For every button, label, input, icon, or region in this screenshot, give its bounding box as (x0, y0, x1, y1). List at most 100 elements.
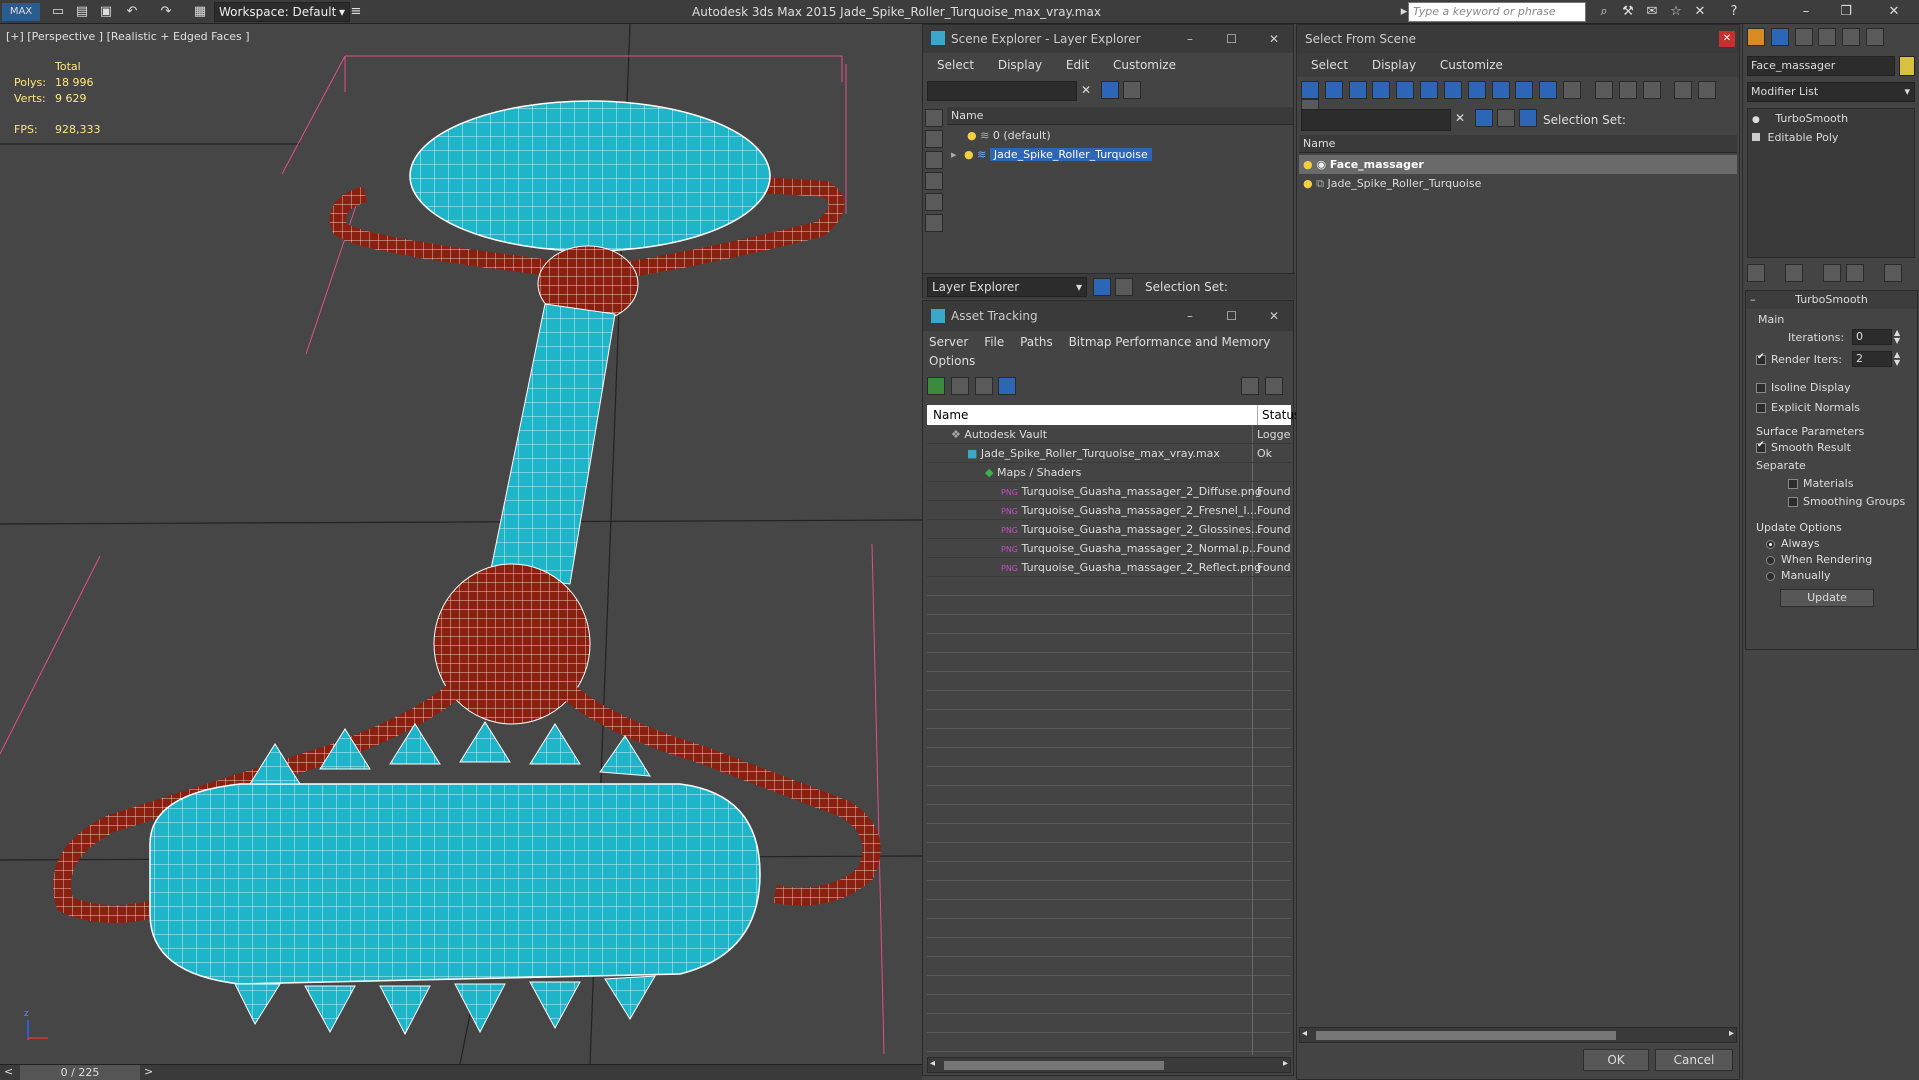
save-file-icon[interactable]: ▣ (96, 3, 116, 21)
menu-file[interactable]: File (984, 335, 1004, 349)
stack-item-turbosmooth[interactable]: ● TurboSmooth (1748, 109, 1914, 128)
smoothing-groups-checkbox[interactable] (1788, 497, 1798, 507)
hierarchy-tab-icon[interactable] (1794, 28, 1813, 46)
expand-arrow-icon[interactable]: ▸ (951, 148, 957, 161)
maximize-icon[interactable]: ☐ (1226, 301, 1237, 331)
explicit-normals-row[interactable]: Explicit Normals (1756, 401, 1860, 414)
menu-server[interactable]: Server (929, 335, 968, 349)
display-all-icon[interactable] (925, 214, 943, 232)
layer-row-default[interactable]: ● ≋ 0 (default) (947, 126, 1293, 145)
asset-row[interactable]: PNG Turquoise_Guasha_massager_2_Glossine… (927, 520, 1291, 539)
undo-icon[interactable]: ↶ (122, 3, 142, 21)
open-file-icon[interactable]: ▤ (72, 3, 92, 21)
menu-options[interactable]: Options (929, 354, 975, 368)
display-lights-icon[interactable] (925, 151, 943, 169)
show-end-result-icon[interactable] (1784, 264, 1803, 282)
asset-tracking-titlebar[interactable]: Asset Tracking – ☐ ✕ (923, 301, 1293, 331)
filter-icon[interactable] (1101, 81, 1119, 99)
menu-edit[interactable]: Edit (1066, 58, 1089, 72)
asset-row[interactable]: PNG Turquoise_Guasha_massager_2_Diffuse.… (927, 482, 1291, 501)
object-row-roller[interactable]: ● ⧉ Jade_Spike_Roller_Turquoise (1299, 174, 1737, 193)
help-icon[interactable]: ? (1724, 3, 1744, 21)
display-containers-icon[interactable] (1515, 81, 1534, 99)
object-name-field[interactable]: Face_massager (1747, 56, 1895, 76)
menu-toggle-icon[interactable]: ≡ (346, 3, 366, 21)
scroll-right-icon[interactable]: ▸ (1283, 1058, 1288, 1069)
display-spacewarps-icon[interactable] (1420, 81, 1439, 99)
cancel-button[interactable]: Cancel (1655, 1049, 1733, 1071)
select-none-icon[interactable] (1618, 81, 1637, 99)
remove-modifier-icon[interactable] (1846, 264, 1865, 282)
layer-row-roller[interactable]: ▸ ● ≋ Jade_Spike_Roller_Turquoise (947, 145, 1293, 164)
menu-bitmap-performance[interactable]: Bitmap Performance and Memory (1069, 335, 1271, 349)
utilities-tab-icon[interactable] (1866, 28, 1885, 46)
layer-options-icon[interactable] (1497, 109, 1515, 127)
minimize-window-icon[interactable]: – (1796, 3, 1816, 21)
menu-display[interactable]: Display (1372, 58, 1416, 72)
isoline-row[interactable]: Isoline Display (1756, 381, 1851, 394)
refresh-icon[interactable] (927, 377, 945, 395)
display-helpers-icon[interactable] (1396, 81, 1415, 99)
communication-icon[interactable]: ✉ (1642, 3, 1662, 21)
project-folder-icon[interactable]: ▦ (190, 3, 210, 21)
materials-row[interactable]: Materials (1788, 477, 1853, 490)
list-view-icon[interactable] (950, 377, 969, 395)
hierarchy-icon[interactable] (1698, 81, 1717, 99)
selection-set-icon[interactable] (1519, 109, 1537, 127)
asset-row[interactable]: ■ Jade_Spike_Roller_Turquoise_max_vray.m… (927, 444, 1291, 463)
app-logo-icon[interactable]: MAX (2, 3, 40, 21)
close-window-icon[interactable]: ✕ (1884, 3, 1904, 21)
collapse-icon[interactable]: – (1750, 291, 1756, 309)
display-shapes-icon[interactable] (1324, 81, 1343, 99)
col-name-header[interactable]: Name (933, 405, 968, 425)
asset-row[interactable]: ❖ Autodesk Vault Logged (927, 425, 1291, 444)
redo-icon[interactable]: ↷ (156, 3, 176, 21)
table-view-icon[interactable] (998, 377, 1017, 395)
explicit-normals-checkbox[interactable] (1756, 403, 1766, 413)
scene-explorer-name-header[interactable]: Name (947, 107, 1293, 125)
minimize-icon[interactable]: – (1187, 25, 1193, 53)
display-tab-icon[interactable] (1842, 28, 1861, 46)
hierarchy-icon[interactable] (1115, 278, 1133, 296)
create-tab-icon[interactable] (1747, 28, 1765, 46)
scroll-left-icon[interactable]: ◂ (1302, 1028, 1307, 1039)
rollout-header[interactable]: – TurboSmooth (1746, 291, 1917, 309)
search-input[interactable]: Type a keyword or phrase (1408, 2, 1586, 22)
layer-explorer-icon[interactable] (1093, 278, 1111, 296)
asset-row[interactable]: PNG Turquoise_Guasha_massager_2_Fresnel_… (927, 501, 1291, 520)
menu-display[interactable]: Display (998, 58, 1042, 72)
filter-icon[interactable] (1475, 109, 1493, 127)
lightbulb-icon[interactable]: ● (1303, 177, 1313, 190)
clear-search-icon[interactable]: ✕ (1455, 111, 1465, 125)
menu-customize[interactable]: Customize (1113, 58, 1176, 72)
select-horizontal-scrollbar[interactable]: ◂ ▸ (1299, 1027, 1737, 1043)
favorites-star-icon[interactable]: ☆ (1666, 3, 1686, 21)
menu-select[interactable]: Select (937, 58, 974, 72)
menu-customize[interactable]: Customize (1440, 58, 1503, 72)
display-groups-icon[interactable] (1443, 81, 1462, 99)
display-xrefs-icon[interactable] (1467, 81, 1486, 99)
close-icon[interactable]: ✕ (1269, 25, 1279, 53)
close-icon[interactable]: ✕ (1269, 301, 1279, 331)
render-iters-checkbox[interactable] (1756, 352, 1766, 365)
time-next-button[interactable]: > (144, 1065, 153, 1078)
explorer-type-dropdown[interactable]: Layer Explorer ▾ (927, 277, 1087, 297)
render-iters-row[interactable]: Render Iters: (1756, 352, 1842, 366)
scroll-thumb[interactable] (1316, 1031, 1616, 1040)
display-geometry-icon[interactable] (925, 109, 943, 127)
col-status-header[interactable]: Status (1257, 405, 1300, 425)
workspace-dropdown[interactable]: Workspace: Default ▾ (214, 2, 350, 22)
scroll-thumb[interactable] (944, 1061, 1164, 1070)
modify-tab-icon[interactable] (1770, 28, 1789, 46)
configure-sets-icon[interactable] (1884, 264, 1903, 282)
manually-row[interactable]: Manually (1766, 569, 1831, 582)
asset-row[interactable]: PNG Turquoise_Guasha_massager_2_Normal.p… (927, 539, 1291, 558)
motion-tab-icon[interactable] (1818, 28, 1837, 46)
minimize-icon[interactable]: – (1187, 301, 1193, 331)
lightbulb-icon[interactable]: ● (1752, 115, 1760, 125)
when-rendering-row[interactable]: When Rendering (1766, 553, 1872, 566)
isoline-checkbox[interactable] (1756, 383, 1766, 393)
menu-paths[interactable]: Paths (1020, 335, 1053, 349)
render-iters-spinner[interactable]: 2 (1852, 351, 1892, 367)
display-lights-icon[interactable] (1348, 81, 1367, 99)
